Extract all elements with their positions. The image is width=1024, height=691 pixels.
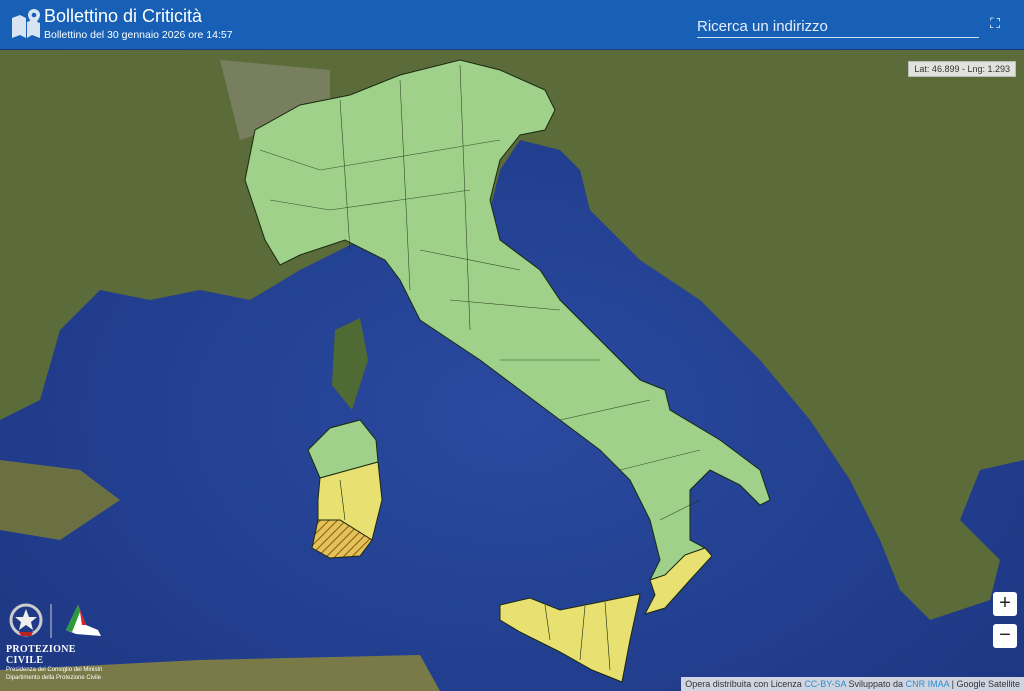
logo-name: PROTEZIONE CIVILE <box>6 644 76 666</box>
attribution: Opera distribuita con Licenza CC-BY-SA S… <box>681 677 1024 691</box>
emblem-icon <box>9 603 101 638</box>
attribution-prefix: Opera distribuita con Licenza <box>685 679 802 689</box>
page-title: Bollettino di Criticità <box>44 6 203 26</box>
address-search-input[interactable] <box>697 16 979 38</box>
logo-line2: Dipartimento della Protezione Civile <box>6 675 102 681</box>
developer-link[interactable]: CNR IMAA <box>906 679 950 689</box>
map[interactable] <box>0 0 1024 691</box>
protezione-civile-logo: PROTEZIONE CIVILE Presidenza del Consigl… <box>6 600 106 682</box>
license-link[interactable]: CC-BY-SA <box>804 679 846 689</box>
header: Bollettino di Criticità Bollettino del 3… <box>0 0 1024 49</box>
tiles-source: | Google Satellite <box>951 679 1020 689</box>
map-pin-icon <box>12 9 40 38</box>
bulletin-date: Bollettino del 30 gennaio 2026 ore 14:57 <box>44 29 233 41</box>
coordinates-readout: Lat: 46.899 - Lng: 1.293 <box>908 61 1016 77</box>
fullscreen-icon[interactable]: ⛶ <box>986 15 1004 33</box>
developer-prefix: Sviluppato da <box>848 679 904 689</box>
zoom-in-button[interactable]: + <box>993 592 1017 616</box>
logo-line1: Presidenza del Consiglio dei Ministri <box>6 667 103 673</box>
zoom-out-button[interactable]: − <box>993 624 1017 648</box>
